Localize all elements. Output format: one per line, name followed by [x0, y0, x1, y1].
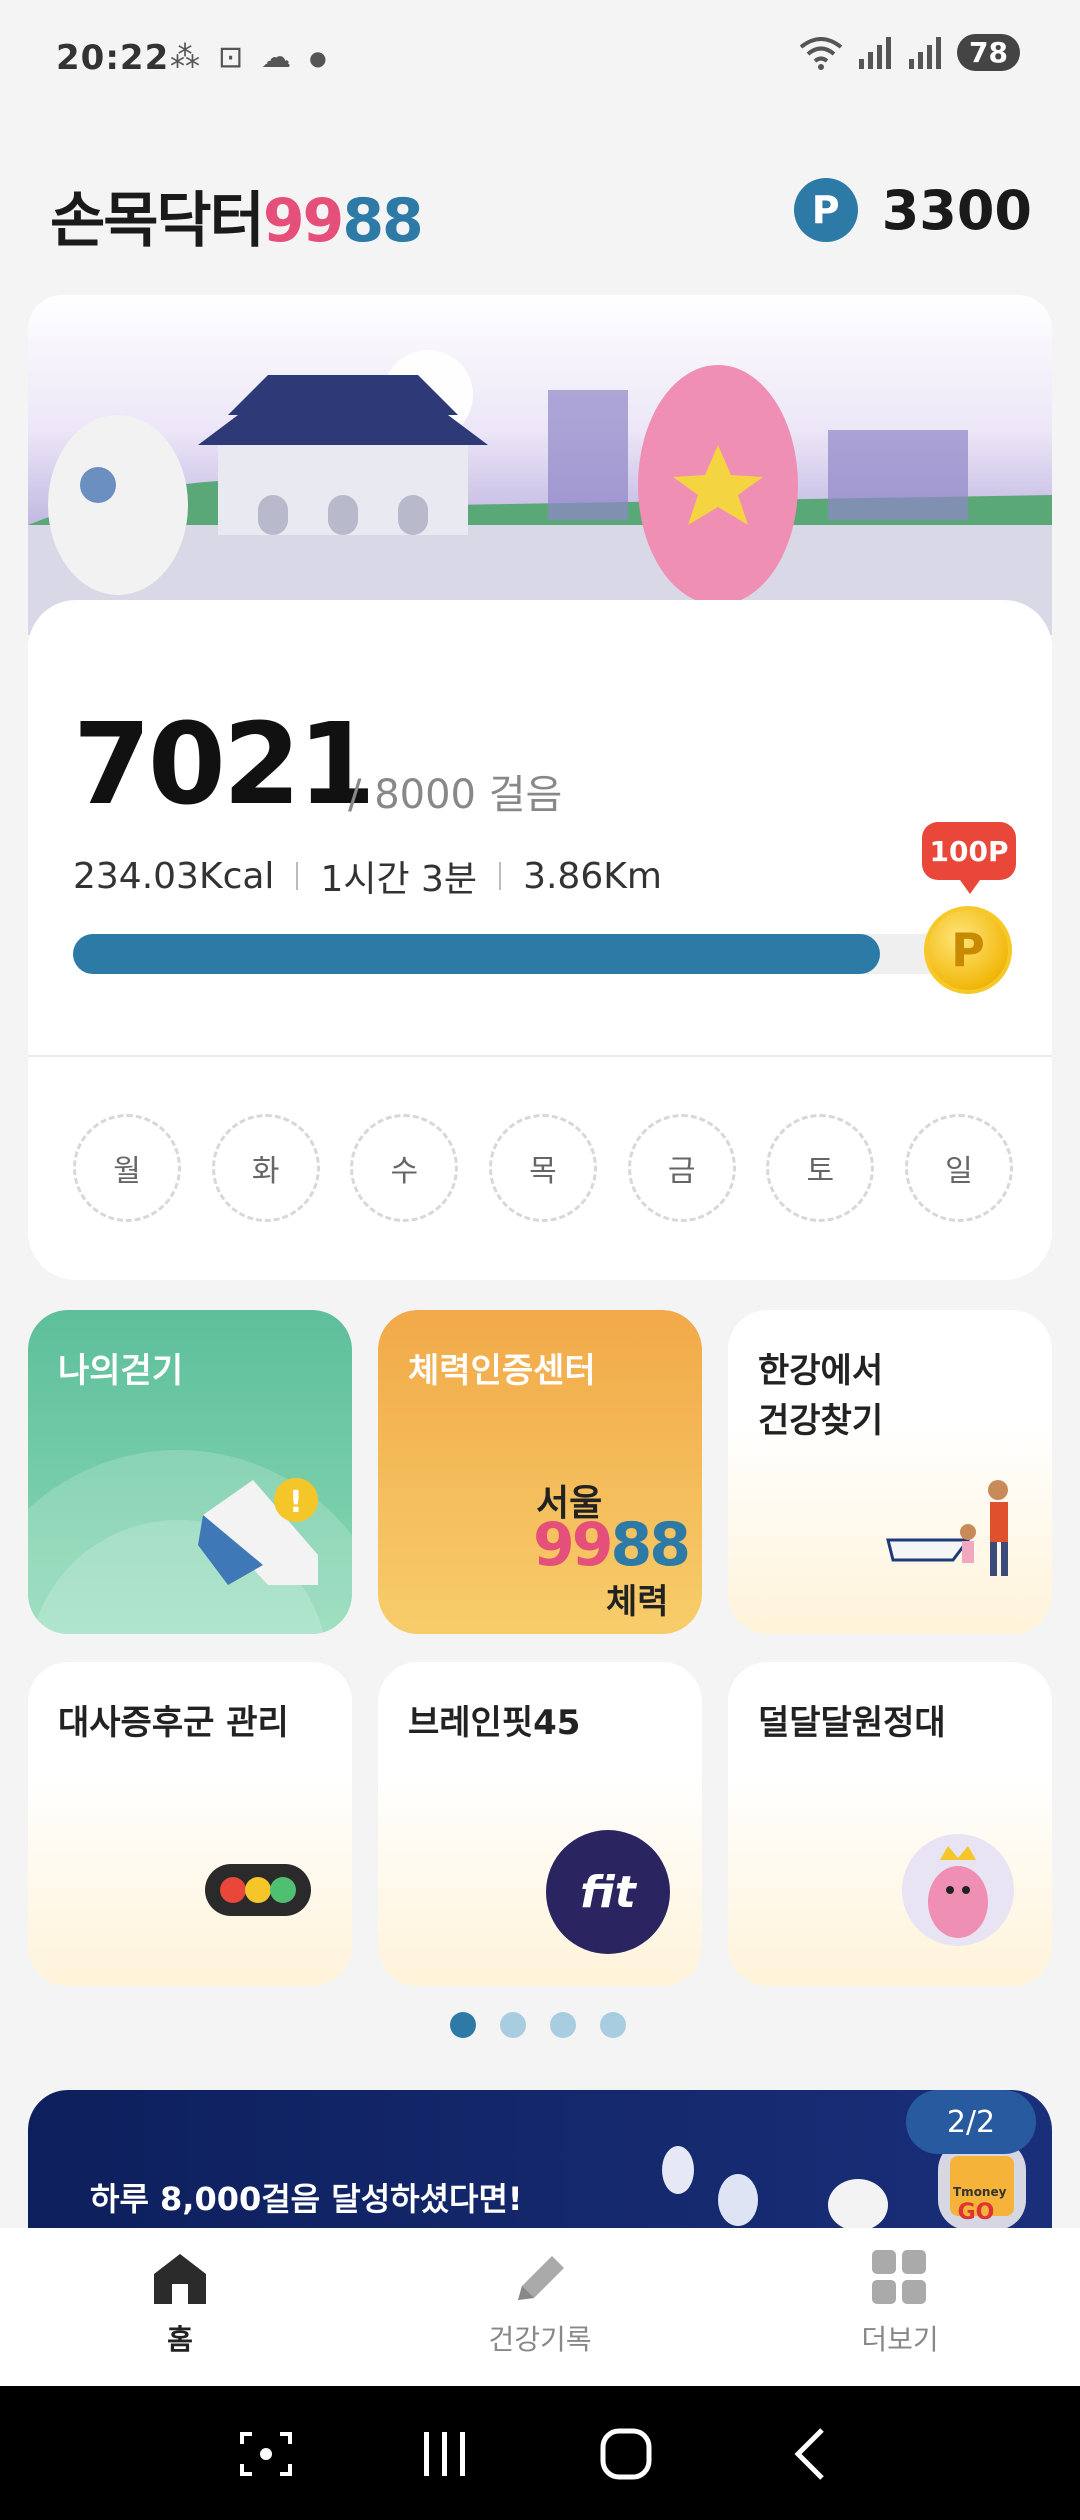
reward-coin-icon[interactable]: P: [924, 906, 1012, 994]
bottom-navigation: 홈 건강기록 더보기: [0, 2228, 1080, 2386]
step-count: 7021: [73, 700, 376, 830]
nav-home[interactable]: 홈: [80, 2250, 280, 2358]
svg-text:!: !: [289, 1485, 303, 1520]
weekday-row: 월 화 수 목 금 토 일: [73, 1114, 1013, 1222]
weekday-sat[interactable]: 토: [766, 1114, 875, 1222]
palace-illustration: [28, 350, 1052, 635]
grid-icon: [872, 2250, 926, 2304]
seoul-9988-logo-number: 9988: [533, 1510, 691, 1580]
pager-dot[interactable]: [450, 2012, 476, 2038]
kcal-value: 234.03Kcal: [73, 855, 275, 897]
reward-tooltip: 100P: [922, 822, 1016, 894]
distance-value: 3.86Km: [523, 855, 662, 897]
ad-banner[interactable]: 하루 8,000걸음 달성하셨다면! Tmoney GO: [28, 2090, 1052, 2230]
stat-divider: [296, 862, 299, 890]
pager-dot[interactable]: [500, 2012, 526, 2038]
tile-hangang-health[interactable]: 한강에서 건강찾기: [728, 1310, 1052, 1634]
nav-more-label: 더보기: [861, 2323, 939, 2356]
tile-label: 브레인핏45: [408, 1703, 581, 1743]
screenshot-icon: ⊡: [218, 40, 244, 75]
battery-badge: 78: [957, 34, 1020, 71]
tile-metabolic-syndrome[interactable]: 대사증후군 관리: [28, 1662, 352, 1986]
recent-apps-icon[interactable]: [420, 2428, 470, 2480]
status-icons: ⁂ ⊡ ☁ ●: [170, 40, 327, 75]
weekday-tue[interactable]: 화: [211, 1114, 320, 1222]
step-card[interactable]: 7021 / 8000 걸음 234.03Kcal 1시간 3분 3.86Km …: [28, 600, 1052, 1280]
family-walking-icon: [886, 1480, 1008, 1576]
app-notification-icon: ⁂: [170, 40, 200, 75]
cloud-icon: ☁: [261, 40, 292, 75]
tile-my-walking[interactable]: 나의걷기 !: [28, 1310, 352, 1634]
hero-banner: [28, 295, 1052, 635]
brain-fit-logo: fit: [546, 1830, 670, 1954]
tile-label: 덜달달원정대: [758, 1703, 946, 1743]
weekday-fri[interactable]: 금: [627, 1114, 736, 1222]
app-header: 손목닥터9988 P 3300: [0, 150, 1080, 270]
tile-brain-fit[interactable]: 브레인핏45 fit: [378, 1662, 702, 1986]
character-avatar-icon: [902, 1834, 1014, 1946]
traffic-light-icon: [205, 1864, 311, 1916]
status-bar: 20:22 ⁂ ⊡ ☁ ● 78: [0, 0, 1080, 120]
card-divider: [28, 1055, 1052, 1057]
logo-text: 손목닥터: [50, 186, 265, 256]
weekday-mon[interactable]: 월: [73, 1114, 181, 1222]
nav-home-label: 홈: [167, 2323, 193, 2356]
system-navigation-bar: [0, 2386, 1080, 2520]
home-icon: [154, 2254, 206, 2304]
pager-dot[interactable]: [600, 2012, 626, 2038]
logo-number-99: 99: [262, 186, 344, 256]
ad-page-counter: 2/2: [906, 2090, 1036, 2154]
carousel-pager: [450, 2012, 626, 2038]
tmoney-badge-bottom: GO: [957, 2200, 995, 2225]
weekday-sun[interactable]: 일: [904, 1114, 1013, 1222]
app-logo: 손목닥터9988: [50, 172, 424, 259]
tile-label: 대사증후군 관리: [58, 1703, 289, 1743]
step-stats: 234.03Kcal 1시간 3분 3.86Km: [73, 850, 662, 902]
status-time: 20:22: [56, 38, 170, 78]
logo-number-88: 88: [342, 186, 423, 256]
tile-low-sugar-expedition[interactable]: 덜달달원정대: [728, 1662, 1052, 1986]
signal-icon-2: [909, 36, 942, 69]
seoul-9988-logo-bottom: 체력: [606, 1582, 669, 1622]
step-goal: / 8000 걸음: [348, 772, 563, 818]
weekday-wed[interactable]: 수: [350, 1114, 459, 1222]
shoe-icon: !: [28, 1450, 352, 1634]
points-icon: P: [793, 178, 858, 242]
tile-fitness-center[interactable]: 체력인증센터 서울 9988 체력: [378, 1310, 702, 1634]
dot-icon: ●: [309, 45, 327, 70]
points-display[interactable]: P 3300: [793, 178, 1032, 242]
back-icon[interactable]: [790, 2426, 830, 2482]
tmoney-badge-top: Tmoney: [953, 2185, 1007, 2199]
home-button-icon[interactable]: [598, 2426, 654, 2482]
nav-more[interactable]: 더보기: [800, 2250, 1000, 2358]
step-progress-fill: [73, 934, 881, 974]
screen-capture-icon[interactable]: [238, 2430, 294, 2478]
tile-label: 체력인증센터: [408, 1351, 596, 1391]
nav-health-record[interactable]: 건강기록: [440, 2250, 640, 2358]
wifi-icon: [799, 36, 843, 70]
status-right: 78: [799, 34, 1020, 71]
pencil-icon: [518, 2256, 564, 2300]
signal-icon: [859, 36, 892, 69]
stat-divider: [499, 862, 502, 890]
step-progress-bar: [73, 934, 993, 974]
weekday-thu[interactable]: 목: [488, 1114, 597, 1222]
ad-text: 하루 8,000걸음 달성하셨다면!: [90, 2180, 523, 2218]
points-value: 3300: [881, 178, 1032, 242]
pager-dot[interactable]: [550, 2012, 576, 2038]
duration-value: 1시간 3분: [320, 859, 478, 900]
nav-health-record-label: 건강기록: [488, 2323, 592, 2356]
